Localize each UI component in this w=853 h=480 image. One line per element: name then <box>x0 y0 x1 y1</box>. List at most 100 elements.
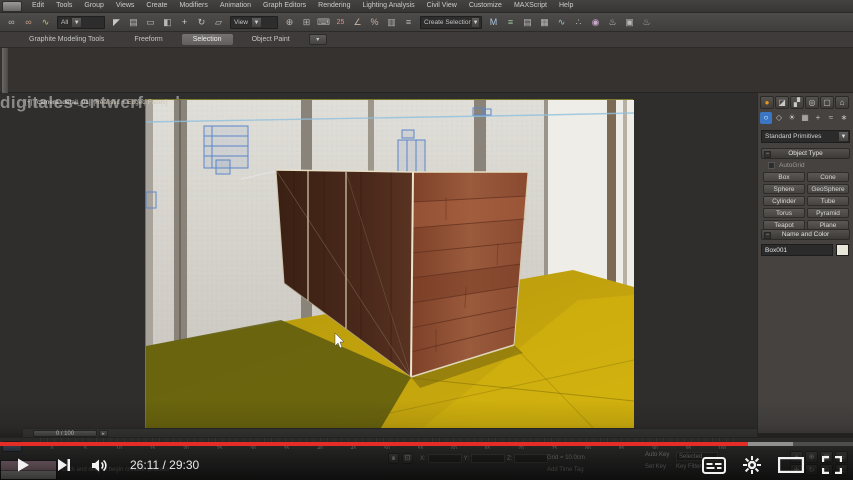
volume-button[interactable] <box>82 452 118 478</box>
spinner-snap-icon[interactable]: ▥ <box>384 15 399 30</box>
collapse-icon[interactable]: − <box>764 151 771 158</box>
angle-snap-icon[interactable]: ∠ <box>350 15 365 30</box>
select-and-manipulate-icon[interactable]: ⊞ <box>299 15 314 30</box>
select-and-move-icon[interactable]: + <box>177 15 192 30</box>
material-editor-icon[interactable]: ◉ <box>588 15 603 30</box>
viewport-area[interactable]: [+] [camera_detail_01] [Realistic + Edge… <box>0 93 757 434</box>
theater-mode-button[interactable] <box>771 452 811 478</box>
display-tab-icon[interactable]: ▢ <box>820 96 834 109</box>
viewport-camera-menu[interactable]: [camera_detail_01] <box>35 99 90 106</box>
time-slider-handle[interactable]: 0 / 100 <box>33 430 97 437</box>
max-logo-icon[interactable] <box>2 0 22 12</box>
name-color-rollout-header[interactable]: − Name and Color <box>761 229 850 240</box>
primitive-button-cone[interactable]: Cone <box>807 172 849 182</box>
menu-item-maxscript[interactable]: MAXScript <box>508 0 553 12</box>
menu-item-rendering[interactable]: Rendering <box>312 0 356 12</box>
systems-category-icon[interactable]: ∗ <box>838 112 850 124</box>
select-and-scale-icon[interactable]: ▱ <box>211 15 226 30</box>
ribbon-config-dropdown[interactable]: ▾ <box>308 34 327 45</box>
viewport-pov-menu[interactable]: [+] <box>25 99 32 106</box>
window-crossing-icon[interactable]: ◧ <box>160 15 175 30</box>
schematic-view-icon[interactable]: ∴ <box>571 15 586 30</box>
render-production-icon[interactable]: ♨ <box>639 15 654 30</box>
menu-item-graph-editors[interactable]: Graph Editors <box>257 0 312 12</box>
bind-to-space-warp-icon[interactable]: ∿ <box>38 15 53 30</box>
menu-item-animation[interactable]: Animation <box>214 0 257 12</box>
chevron-down-icon[interactable]: ▼ <box>838 131 849 142</box>
keyboard-override-icon[interactable]: ⌨ <box>316 15 331 30</box>
lights-category-icon[interactable]: ☀ <box>786 112 798 124</box>
selection-region-icon[interactable]: ▭ <box>143 15 158 30</box>
settings-button[interactable] <box>733 452 771 478</box>
ribbon-tab-object-paint[interactable]: Object Paint <box>241 34 301 45</box>
time-slider-track[interactable]: 0 / 100 ▸ <box>23 428 757 437</box>
selection-filter-dropdown[interactable]: All ▼ <box>57 15 105 29</box>
primitive-button-sphere[interactable]: Sphere <box>763 184 805 194</box>
primitive-button-geosphere[interactable]: GeoSphere <box>807 184 849 194</box>
curve-editor-icon[interactable]: ∿ <box>554 15 569 30</box>
helpers-category-icon[interactable]: + <box>812 112 824 124</box>
primitive-button-tube[interactable]: Tube <box>807 196 849 206</box>
primitive-button-torus[interactable]: Torus <box>763 208 805 218</box>
primitive-button-cylinder[interactable]: Cylinder <box>763 196 805 206</box>
ribbon-tab-freeform[interactable]: Freeform <box>123 34 173 45</box>
chevron-down-icon[interactable]: ▼ <box>71 16 83 28</box>
ribbon-tab-graphite-modeling-tools[interactable]: Graphite Modeling Tools <box>18 34 115 45</box>
modify-tab-icon[interactable]: ◪ <box>775 96 789 109</box>
captions-button[interactable] <box>695 452 733 478</box>
chevron-down-icon[interactable]: ▼ <box>471 16 480 28</box>
next-frame-button[interactable]: ▸ <box>99 430 108 437</box>
utilities-tab-icon[interactable]: ⌂ <box>835 96 849 109</box>
menu-item-views[interactable]: Views <box>110 0 141 12</box>
seek-bar[interactable] <box>0 442 853 446</box>
primitive-category-dropdown[interactable]: Standard Primitives ▼ <box>761 130 850 143</box>
menu-item-modifiers[interactable]: Modifiers <box>173 0 213 12</box>
menu-item-create[interactable]: Create <box>140 0 173 12</box>
menu-item-customize[interactable]: Customize <box>463 0 508 12</box>
menu-item-tools[interactable]: Tools <box>50 0 78 12</box>
motion-tab-icon[interactable]: ◎ <box>805 96 819 109</box>
camera-viewport-render[interactable] <box>145 99 635 434</box>
mirror-icon[interactable]: M <box>486 15 501 30</box>
percent-snap-icon[interactable]: % <box>367 15 382 30</box>
menu-item-lighting-analysis[interactable]: Lighting Analysis <box>356 0 420 12</box>
select-by-name-icon[interactable]: ▤ <box>126 15 141 30</box>
create-tab-icon[interactable]: ● <box>760 96 774 109</box>
select-and-link-icon[interactable]: ∞ <box>4 15 19 30</box>
ribbon-toggle-icon[interactable]: ▦ <box>537 15 552 30</box>
named-sets-dropdown[interactable]: Create Selection Set▼ <box>420 15 482 29</box>
render-setup-icon[interactable]: ♨ <box>605 15 620 30</box>
autogrid-checkbox[interactable] <box>768 162 775 169</box>
geometry-category-icon[interactable]: ○ <box>760 112 772 124</box>
menu-item-group[interactable]: Group <box>78 0 109 12</box>
ribbon-tab-selection[interactable]: Selection <box>181 34 233 45</box>
snaps-toggle-icon[interactable]: 25 <box>333 15 348 30</box>
next-button[interactable] <box>46 452 82 478</box>
edit-named-sets-icon[interactable]: ≡ <box>401 15 416 30</box>
unlink-selection-icon[interactable]: ∞ <box>21 15 36 30</box>
object-type-rollout-header[interactable]: − Object Type <box>761 148 850 159</box>
layer-manager-icon[interactable]: ▤ <box>520 15 535 30</box>
fullscreen-button[interactable] <box>811 452 853 478</box>
play-button[interactable] <box>0 452 46 478</box>
cameras-category-icon[interactable]: ▦ <box>799 112 811 124</box>
coord-system-dropdown[interactable]: View ▼ <box>230 15 278 29</box>
shapes-category-icon[interactable]: ◇ <box>773 112 785 124</box>
chevron-down-icon[interactable]: ▼ <box>250 16 262 28</box>
primitive-button-pyramid[interactable]: Pyramid <box>807 208 849 218</box>
primitive-button-box[interactable]: Box <box>763 172 805 182</box>
object-color-swatch[interactable] <box>836 244 849 256</box>
hierarchy-tab-icon[interactable]: ▞ <box>790 96 804 109</box>
menu-item-civil-view[interactable]: Civil View <box>421 0 463 12</box>
object-name-input[interactable]: Box001 <box>761 244 833 256</box>
rendered-frame-icon[interactable]: ▣ <box>622 15 637 30</box>
viewport-shading-menu[interactable]: [Realistic + Edged Faces] <box>93 99 167 106</box>
menu-item-edit[interactable]: Edit <box>26 0 50 12</box>
use-pivot-center-icon[interactable]: ⊕ <box>282 15 297 30</box>
menu-item-help[interactable]: Help <box>553 0 579 12</box>
select-and-rotate-icon[interactable]: ↻ <box>194 15 209 30</box>
collapse-icon[interactable]: − <box>764 232 771 239</box>
spacewarps-category-icon[interactable]: ≈ <box>825 112 837 124</box>
select-object-icon[interactable]: ◤ <box>109 15 124 30</box>
align-icon[interactable]: ≡ <box>503 15 518 30</box>
